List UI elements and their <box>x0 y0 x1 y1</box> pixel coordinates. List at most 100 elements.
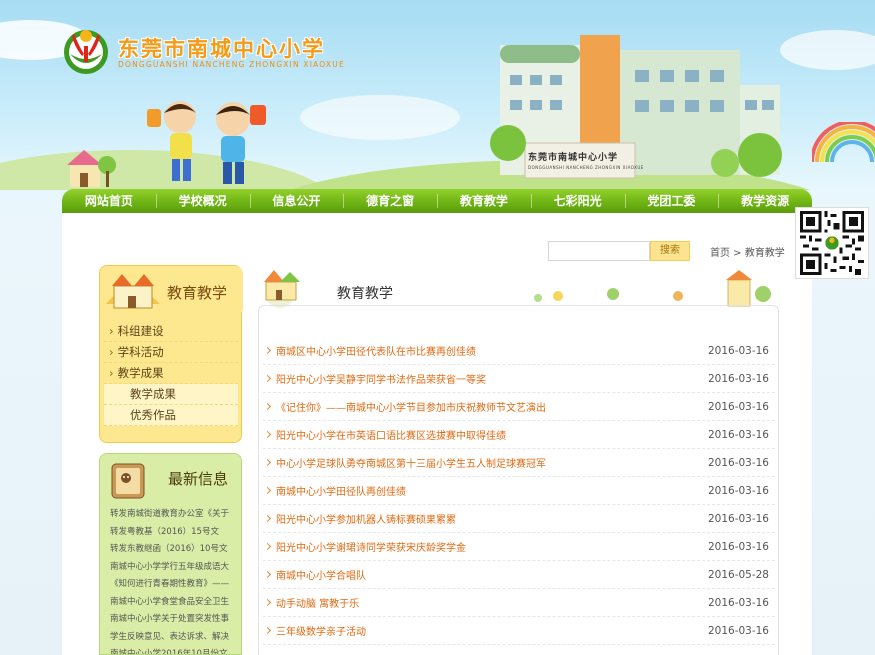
article-row[interactable]: 南城中心小学合唱队 2016-05-28 <box>263 561 775 589</box>
article-title[interactable]: 阳光中心小学在市英语口语比赛区选拔赛中取得佳绩 <box>276 427 506 442</box>
article-row[interactable]: 三年级数学亲子活动 2016-03-16 <box>263 617 775 645</box>
article-title[interactable]: 动手动脑 寓教于乐 <box>276 595 359 610</box>
building-sign-pinyin: DONGGUANSHI NANCHENG ZHONGXIN XIAOXUE <box>528 165 644 170</box>
article-date: 2016-03-16 <box>707 624 769 637</box>
breadcrumb: 首页 > 教育教学 <box>710 248 785 259</box>
article-date: 2016-03-16 <box>707 596 769 609</box>
article-title-wrap: 阳光中心小学在市英语口语比赛区选拔赛中取得佳绩 <box>263 427 506 442</box>
article-date: 2016-03-16 <box>707 540 769 553</box>
article-date: 2016-03-16 <box>707 456 769 469</box>
sidebar-subitem-excellent-works[interactable]: 优秀作品 <box>104 405 238 426</box>
article-title[interactable]: 阳光中心小学谢珺诗同学荣获宋庆龄奖学金 <box>276 539 466 554</box>
article-row[interactable]: 阳光中心小学吴静宇同学书法作品荣获省一等奖 2016-03-16 <box>263 365 775 393</box>
nav-item-colorful-sunshine[interactable]: 七彩阳光 <box>530 189 625 213</box>
school-name: 东莞市南城中心小学 <box>118 36 325 61</box>
news-item[interactable]: 南城中心小学学行五年级成语大 <box>110 559 236 577</box>
news-item[interactable]: 转发南城街道教育办公室《关于 <box>110 506 236 524</box>
chevron-right-icon <box>263 458 272 467</box>
chevron-right-icon: › <box>109 324 114 338</box>
chevron-right-icon: › <box>109 345 114 359</box>
qr-code <box>795 207 869 279</box>
qr-code-icon <box>800 211 864 275</box>
article-row[interactable]: 《记住你》——南城中心小学节目参加市庆祝教师节文艺演出 2016-03-16 <box>263 393 775 421</box>
rainbow-decoration <box>812 122 875 163</box>
sidebar-subitem-teaching-achievements[interactable]: 教学成果 <box>104 384 238 405</box>
article-row[interactable]: 中心小学足球队勇夺南城区第十三届小学生五人制足球赛冠军 2016-03-16 <box>263 449 775 477</box>
nav-item-information-disclosure[interactable]: 信息公开 <box>249 189 344 213</box>
latest-news-box: 最新信息 转发南城街道教育办公室《关于 转发粤教基（2016）15号文 转发东教… <box>99 453 242 655</box>
sidebar-item-subject-activities[interactable]: › 学科活动 <box>104 342 238 363</box>
search-button[interactable]: 搜索 <box>650 241 690 261</box>
article-date: 2016-03-16 <box>707 484 769 497</box>
site-header: 东莞市南城中心小学 DONGGUANSHI NANCHENG ZHONGXIN … <box>0 0 875 190</box>
article-date: 2016-05-28 <box>707 568 769 581</box>
article-title-wrap: 中心小学足球队勇夺南城区第十三届小学生五人制足球赛冠军 <box>263 455 546 470</box>
nav-item-school-overview[interactable]: 学校概况 <box>155 189 250 213</box>
content-header-decoration <box>264 270 771 308</box>
article-title-wrap: 《记住你》——南城中心小学节目参加市庆祝教师节文艺演出 <box>263 399 546 414</box>
sidebar-item-subject-groups[interactable]: › 科组建设 <box>104 321 238 342</box>
news-item[interactable]: 南城中心小学关于处置突发性事 <box>110 611 236 629</box>
cartoon-kids-illustration <box>147 101 266 184</box>
cloud-decoration <box>780 30 875 70</box>
sidebar-item-label: 教学成果 <box>117 366 164 380</box>
sidebar-item-label: 科组建设 <box>117 324 164 338</box>
article-date: 2016-03-16 <box>707 428 769 441</box>
latest-news-list: 转发南城街道教育办公室《关于 转发粤教基（2016）15号文 转发东教继函（20… <box>110 506 236 654</box>
article-list: 南城区中心小学田径代表队在市比赛再创佳绩 2016-03-16 阳光中心小学吴静… <box>263 337 775 645</box>
chevron-right-icon <box>263 598 272 607</box>
article-title[interactable]: 南城区中心小学田径代表队在市比赛再创佳绩 <box>276 343 476 358</box>
article-title[interactable]: 中心小学足球队勇夺南城区第十三届小学生五人制足球赛冠军 <box>276 455 546 470</box>
article-date: 2016-03-16 <box>707 400 769 413</box>
article-title-wrap: 阳光中心小学参加机器人铸标赛硕果累累 <box>263 511 456 526</box>
chevron-right-icon <box>263 514 272 523</box>
latest-news-title: 最新信息 <box>168 470 229 488</box>
building-sign: 东莞市南城中心小学 <box>528 153 619 163</box>
sidebar-list: › 科组建设 › 学科活动 › 教学成果 教学成果 优秀作品 <box>104 321 238 426</box>
article-title[interactable]: 阳光中心小学参加机器人铸标赛硕果累累 <box>276 511 456 526</box>
article-date: 2016-03-16 <box>707 372 769 385</box>
news-item[interactable]: 南城中心小学食堂食品安全卫生 <box>110 594 236 612</box>
chevron-right-icon <box>263 402 272 411</box>
chevron-right-icon <box>263 626 272 635</box>
article-title-wrap: 南城区中心小学田径代表队在市比赛再创佳绩 <box>263 343 476 358</box>
article-row[interactable]: 阳光中心小学谢珺诗同学荣获宋庆龄奖学金 2016-03-16 <box>263 533 775 561</box>
nav-item-education-teaching[interactable]: 教育教学 <box>437 189 531 213</box>
chevron-right-icon <box>263 346 272 355</box>
article-title-wrap: 南城中心小学合唱队 <box>263 567 366 582</box>
article-title[interactable]: 阳光中心小学吴静宇同学书法作品荣获省一等奖 <box>276 371 486 386</box>
chevron-right-icon <box>263 430 272 439</box>
small-house-illustration <box>67 150 116 187</box>
sidebar-title: 教育教学 <box>167 284 228 302</box>
sidebar-category-box: 教育教学 › 科组建设 › 学科活动 › 教学成果 教学成果 优秀作品 <box>99 265 243 443</box>
nav-item-moral-education[interactable]: 德育之窗 <box>343 189 437 213</box>
search-input[interactable] <box>548 241 650 261</box>
news-item[interactable]: 南城中心小学2016年10月份文 <box>110 646 236 654</box>
news-item[interactable]: 《知何进行青春期性教育》—— <box>110 576 236 594</box>
school-pinyin: DONGGUANSHI NANCHENG ZHONGXIN XIAOXUE <box>118 60 345 69</box>
article-title[interactable]: 南城中心小学合唱队 <box>276 567 366 582</box>
article-title-wrap: 动手动脑 寓教于乐 <box>263 595 359 610</box>
article-row[interactable]: 南城区中心小学田径代表队在市比赛再创佳绩 2016-03-16 <box>263 337 775 365</box>
sidebar-item-teaching-achievements[interactable]: › 教学成果 <box>104 363 238 384</box>
nav-item-party-committee[interactable]: 党团工委 <box>624 189 719 213</box>
article-title[interactable]: 《记住你》——南城中心小学节目参加市庆祝教师节文艺演出 <box>276 399 546 414</box>
article-title-wrap: 阳光中心小学谢珺诗同学荣获宋庆龄奖学金 <box>263 539 466 554</box>
main-nav: 网站首页 学校概况 信息公开 德育之窗 教育教学 七彩阳光 党团工委 教学资源 <box>62 189 812 213</box>
article-row[interactable]: 阳光中心小学参加机器人铸标赛硕果累累 2016-03-16 <box>263 505 775 533</box>
article-title-wrap: 南城中心小学田径队再创佳绩 <box>263 483 406 498</box>
school-logo-icon <box>64 30 108 74</box>
article-row[interactable]: 动手动脑 寓教于乐 2016-03-16 <box>263 589 775 617</box>
article-title[interactable]: 三年级数学亲子活动 <box>276 623 366 638</box>
news-item[interactable]: 转发东教继函（2016）10号文 <box>110 541 236 559</box>
chevron-right-icon <box>263 542 272 551</box>
chevron-right-icon <box>263 570 272 579</box>
chevron-right-icon <box>263 374 272 383</box>
article-row[interactable]: 阳光中心小学在市英语口语比赛区选拔赛中取得佳绩 2016-03-16 <box>263 421 775 449</box>
news-item[interactable]: 转发粤教基（2016）15号文 <box>110 524 236 542</box>
article-title[interactable]: 南城中心小学田径队再创佳绩 <box>276 483 406 498</box>
nav-item-home[interactable]: 网站首页 <box>62 189 156 213</box>
article-row[interactable]: 南城中心小学田径队再创佳绩 2016-03-16 <box>263 477 775 505</box>
news-item[interactable]: 学生反映意见、表达诉求、解决 <box>110 629 236 647</box>
content-title: 教育教学 <box>337 286 393 302</box>
